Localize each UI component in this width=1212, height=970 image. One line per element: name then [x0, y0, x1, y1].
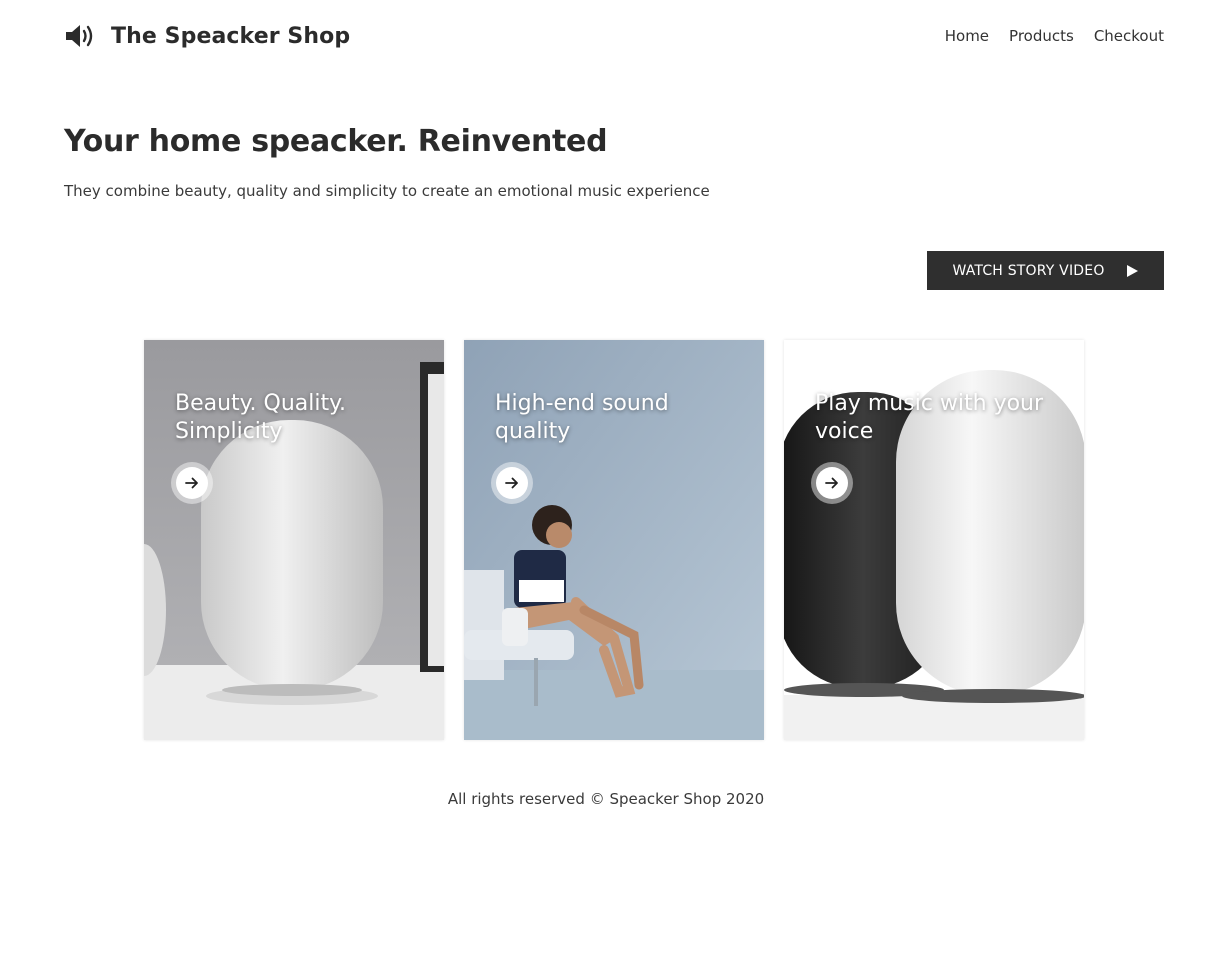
card-arrow-button[interactable] [171, 462, 213, 504]
nav-link-products[interactable]: Products [1009, 27, 1074, 45]
feature-card-voice[interactable]: Play music with your voice [784, 340, 1084, 740]
card-arrow-button[interactable] [491, 462, 533, 504]
card-title: Beauty. Quality. Simplicity [175, 391, 347, 444]
card-arrow-button-inner [816, 467, 848, 499]
card-arrow-button-inner [176, 467, 208, 499]
brand-logo[interactable]: The Speacker Shop [64, 22, 350, 50]
nav-link-checkout[interactable]: Checkout [1094, 27, 1164, 45]
feature-card-beauty[interactable]: Beauty. Quality. Simplicity [144, 340, 444, 740]
card-title: Play music with your voice [815, 391, 1044, 444]
arrow-right-icon [185, 477, 198, 489]
card-title: High-end sound quality [495, 391, 669, 444]
main-nav: Home Products Checkout [945, 27, 1164, 45]
card-arrow-button[interactable] [811, 462, 853, 504]
arrow-right-icon [505, 477, 518, 489]
nav-link-home[interactable]: Home [945, 27, 989, 45]
brand-title: The Speacker Shop [111, 23, 351, 49]
feature-card-sound[interactable]: High-end sound quality [464, 340, 764, 740]
site-footer: All rights reserved © Speacker Shop 2020 [447, 790, 765, 808]
feature-cards: Beauty. Quality. Simplicity High-end sou… [144, 340, 1084, 740]
page-title: Your home speacker. Reinvented [64, 124, 608, 159]
page-subtitle: They combine beauty, quality and simplic… [64, 182, 710, 200]
play-icon [1126, 264, 1138, 277]
card-arrow-button-inner [496, 467, 528, 499]
watch-story-video-button[interactable]: WATCH STORY VIDEO [927, 251, 1164, 290]
speaker-volume-icon [66, 25, 93, 47]
site-header: The Speacker Shop Home Products Checkout [64, 22, 1164, 52]
watch-story-video-label: WATCH STORY VIDEO [952, 262, 1105, 279]
arrow-right-icon [825, 477, 838, 489]
